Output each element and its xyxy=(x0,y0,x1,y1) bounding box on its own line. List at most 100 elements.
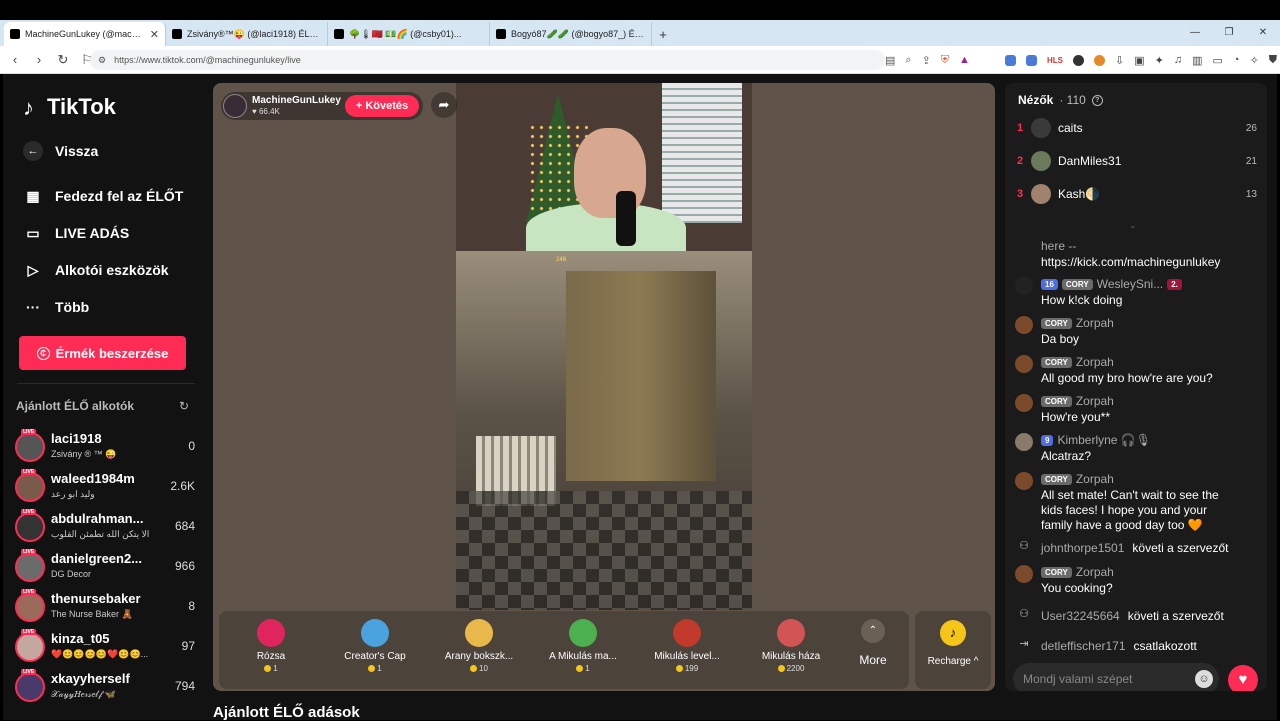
box-extension-icon[interactable]: ▣ xyxy=(1134,54,1144,67)
creator-avatar[interactable] xyxy=(15,632,45,662)
chat-avatar[interactable] xyxy=(1015,472,1033,490)
creator-avatar[interactable] xyxy=(15,472,45,502)
gift-item[interactable]: Mikulás level... 199 xyxy=(639,619,735,681)
sparkle-icon[interactable]: ✧ xyxy=(1250,54,1259,67)
chat-username[interactable]: Zorpah xyxy=(1076,316,1114,330)
hls-extension-icon[interactable]: HLS xyxy=(1047,56,1063,65)
close-tab-icon[interactable]: ✕ xyxy=(150,28,159,41)
live-video[interactable]: 248 xyxy=(456,83,752,610)
help-icon[interactable]: ? xyxy=(1091,94,1103,106)
host-avatar[interactable] xyxy=(223,94,247,118)
tab-bogyo87[interactable]: Bogyó87🥒🥒 (@bogyo87_) ÉLŐ ad... xyxy=(490,22,652,46)
tab-machinegunlukey[interactable]: MachineGunLukey (@machin... ✕ xyxy=(4,22,166,46)
gift-item[interactable]: Arany bokszk... 10 xyxy=(431,619,527,681)
recommended-creator[interactable]: LIVE kinza_t05 ❤️😊😊😊😊❤️😊😊... 97 xyxy=(15,629,195,664)
chat-input[interactable]: Mondj valami szépet ☺ xyxy=(1013,663,1219,691)
reload-icon[interactable]: ↻ xyxy=(54,52,72,68)
recommended-creator[interactable]: LIVE abdulrahman... الا يتكن الله تطمئن ال… xyxy=(15,509,195,544)
chat-username[interactable]: WesleySni... xyxy=(1097,277,1163,291)
refresh-icon[interactable]: ↻ xyxy=(179,399,189,413)
system-user[interactable]: detleffischer171 xyxy=(1041,639,1126,653)
share-icon[interactable]: ➦ xyxy=(431,92,457,118)
top-viewer-row[interactable]: 2 DanMiles31 21 xyxy=(1017,150,1257,172)
reader-mode-icon[interactable]: ▤ xyxy=(885,54,895,67)
recommended-creator[interactable]: LIVE waleed1984m وليد ابو رعد 2.6K xyxy=(15,469,195,504)
viewers-header[interactable]: Nézők · 110 ? xyxy=(1018,93,1103,107)
top-viewer-row[interactable]: 1 caits 26 xyxy=(1017,117,1257,139)
host-card[interactable]: MachineGunLukey ♥ 66.4K + Követés xyxy=(221,92,423,120)
chat-username[interactable]: Kimberlyne 🎧🎙 xyxy=(1057,433,1151,447)
coin-icon: ₵ xyxy=(36,346,50,360)
viewer-avatar[interactable] xyxy=(1031,151,1051,171)
back-button[interactable]: ← Vissza xyxy=(23,141,98,161)
kick-link-text[interactable]: https://kick.com/machinegunlukey xyxy=(1041,255,1241,270)
tab-csby01[interactable]: 🌳🌡🇲🇦 💵🌈 (@csby01)... xyxy=(328,22,490,46)
puzzle-extension-icon[interactable]: ✦ xyxy=(1155,54,1164,67)
gift-item[interactable]: Creator's Cap 1 xyxy=(327,619,423,681)
close-window-icon[interactable]: ✕ xyxy=(1246,20,1280,46)
rewards-icon[interactable]: ▲ xyxy=(959,54,970,66)
tool-extension-icon[interactable] xyxy=(1026,54,1037,66)
new-tab-button[interactable]: + xyxy=(652,22,674,46)
follow-button[interactable]: + Követés xyxy=(345,95,419,117)
gear-extension-icon[interactable] xyxy=(1073,54,1084,66)
tiktok-logo[interactable]: ♪ TikTok xyxy=(23,94,116,120)
chat-avatar[interactable] xyxy=(1015,394,1033,412)
creator-avatar[interactable] xyxy=(15,592,45,622)
host-name[interactable]: MachineGunLukey xyxy=(252,95,341,106)
creator-avatar[interactable] xyxy=(15,672,45,702)
chat-avatar[interactable] xyxy=(1015,355,1033,373)
share-page-icon[interactable]: ⇪ xyxy=(922,54,931,67)
gift-item[interactable]: Mikulás háza 2200 xyxy=(743,619,839,681)
wallet-icon[interactable]: ▭ xyxy=(1213,54,1223,67)
creator-avatar[interactable] xyxy=(15,512,45,542)
brave-shield-icon[interactable]: ⛨ xyxy=(941,54,949,67)
site-settings-icon[interactable]: ⚙ xyxy=(98,55,106,66)
chat-avatar[interactable] xyxy=(1015,316,1033,334)
sidebar-item-more[interactable]: ··· Több xyxy=(23,297,89,317)
more-gifts-button[interactable]: ⌃ More xyxy=(849,619,897,667)
sidebar-item-creator-tools[interactable]: ▷ Alkotói eszközök xyxy=(23,260,169,280)
system-user[interactable]: johnthorpe1501 xyxy=(1041,541,1124,555)
sidebar-item-explore-live[interactable]: ▦ Fedezd fel az ÉLŐT xyxy=(23,186,183,206)
forward-arrow-icon[interactable]: › xyxy=(30,52,48,67)
chat-avatar[interactable] xyxy=(1015,277,1033,295)
like-heart-button[interactable]: ♥ xyxy=(1228,665,1258,691)
zoom-icon[interactable]: ⌕ xyxy=(905,54,911,67)
chat-username[interactable]: Zorpah xyxy=(1076,565,1114,579)
sidebar-item-go-live[interactable]: ▭ LIVE ADÁS xyxy=(23,223,129,243)
chat-avatar[interactable] xyxy=(1015,433,1033,451)
recommended-creator[interactable]: LIVE xkayyherself 𝒳𝒶𝓎𝓎𝐻𝑒𝓇𝓈𝑒𝓁𝒻 🦋 794 xyxy=(15,669,195,704)
recommended-creator[interactable]: LIVE thenursebaker The Nurse Baker 🧸 8 xyxy=(15,589,195,624)
expand-chevron-icon[interactable]: ⌄ xyxy=(1129,220,1137,231)
download-extension-icon[interactable]: ⇩ xyxy=(1115,54,1124,67)
shield-icon[interactable]: ⛊ xyxy=(1269,54,1277,67)
chat-avatar[interactable] xyxy=(1015,565,1033,583)
emoji-icon[interactable]: ☺ xyxy=(1195,670,1213,688)
chat-username[interactable]: Zorpah xyxy=(1076,394,1114,408)
creator-avatar[interactable] xyxy=(15,552,45,582)
gift-item[interactable]: A Mikulás ma... 1 xyxy=(535,619,631,681)
back-arrow-icon[interactable]: ‹ xyxy=(6,52,24,67)
color-extension-icon[interactable] xyxy=(1094,54,1105,66)
system-user[interactable]: User32245664 xyxy=(1041,609,1120,623)
chat-username[interactable]: Zorpah xyxy=(1076,472,1114,486)
minimize-icon[interactable]: — xyxy=(1178,20,1212,46)
recommended-creator[interactable]: LIVE laci1918 Zsivány ® ™ 😜 0 xyxy=(15,429,195,464)
recharge-button[interactable]: ♪ Recharge ^ xyxy=(915,611,991,689)
translate-extension-icon[interactable] xyxy=(1005,54,1016,66)
top-viewer-row[interactable]: 3 Kash🌗 13 xyxy=(1017,183,1257,205)
viewer-avatar[interactable] xyxy=(1031,184,1051,204)
restore-icon[interactable]: ❐ xyxy=(1212,20,1246,46)
get-coins-button[interactable]: ₵ Érmék beszerzése xyxy=(19,336,186,370)
sidebar-toggle-icon[interactable]: ▥ xyxy=(1192,54,1202,67)
music-icon[interactable]: ♫ xyxy=(1174,54,1182,66)
gift-item[interactable]: Rózsa 1 xyxy=(223,619,319,681)
creator-avatar[interactable] xyxy=(15,432,45,462)
url-field[interactable]: ⚙ https://www.tiktok.com/@machinegunluke… xyxy=(90,50,885,70)
recommended-creator[interactable]: LIVE danielgreen2... DG Decor 966 xyxy=(15,549,195,584)
viewer-avatar[interactable] xyxy=(1031,118,1051,138)
chat-username[interactable]: Zorpah xyxy=(1076,355,1114,369)
profile-icon[interactable]: ◔ xyxy=(1233,54,1240,66)
tab-laci1918[interactable]: Zsivány®™😜 (@laci1918) ÉLŐ adás... xyxy=(166,22,328,46)
